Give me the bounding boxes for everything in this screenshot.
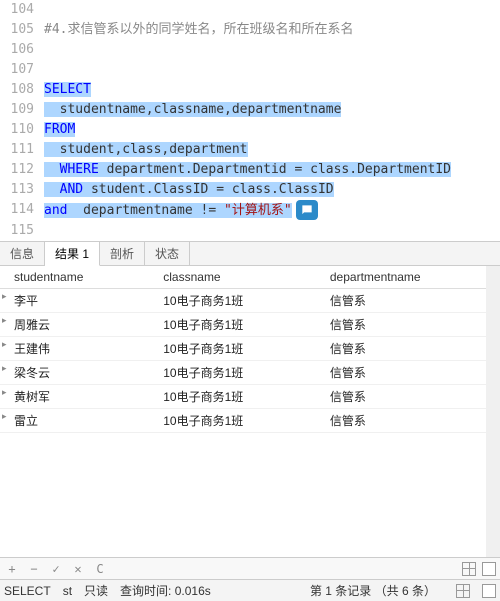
results-table[interactable]: studentnameclassnamedepartmentname 李平10电…	[0, 266, 500, 433]
table-cell[interactable]: 信管系	[316, 336, 500, 360]
grid-view-status-icon[interactable]	[456, 584, 470, 598]
status-time-label: 查询时间:	[120, 584, 171, 598]
table-row[interactable]: 李平10电子商务1班信管系	[0, 288, 500, 312]
line-number: 112	[0, 160, 44, 180]
line-number: 107	[0, 60, 44, 80]
tab-状态[interactable]: 状态	[145, 242, 190, 265]
tab-剖析[interactable]: 剖析	[100, 242, 145, 265]
code-content[interactable]: AND student.ClassID = class.ClassID	[44, 180, 500, 200]
code-content[interactable]: #4.求信管系以外的同学姓名，所在班级名和所在系名	[44, 20, 500, 40]
code-line[interactable]: 106	[0, 40, 500, 60]
code-content[interactable]: SELECT	[44, 80, 500, 100]
status-mode: 只读	[84, 582, 108, 599]
grid-view-icon[interactable]	[462, 562, 476, 576]
apply-button[interactable]: ✓	[48, 561, 64, 577]
code-content[interactable]: student,class,department	[44, 140, 500, 160]
table-cell[interactable]: 信管系	[316, 312, 500, 336]
code-line[interactable]: 108SELECT	[0, 80, 500, 100]
table-cell[interactable]: 王建伟	[0, 336, 149, 360]
line-number: 111	[0, 140, 44, 160]
code-line[interactable]: 114and departmentname != "计算机系"	[0, 200, 500, 221]
code-line[interactable]: 113 AND student.ClassID = class.ClassID	[0, 180, 500, 200]
list-view-status-icon[interactable]	[482, 584, 496, 598]
refresh-button[interactable]: C	[92, 561, 108, 577]
table-cell[interactable]: 10电子商务1班	[149, 384, 316, 408]
table-cell[interactable]: 周雅云	[0, 312, 149, 336]
code-content[interactable]: FROM	[44, 120, 500, 140]
table-cell[interactable]: 李平	[0, 288, 149, 312]
line-number: 113	[0, 180, 44, 200]
table-row[interactable]: 黄树军10电子商务1班信管系	[0, 384, 500, 408]
table-cell[interactable]: 信管系	[316, 288, 500, 312]
line-number: 114	[0, 200, 44, 220]
status-record-count: 第 1 条记录 （共 6 条）	[310, 582, 436, 599]
code-content[interactable]: and departmentname != "计算机系"	[44, 200, 500, 221]
table-cell[interactable]: 雷立	[0, 408, 149, 432]
table-cell[interactable]: 10电子商务1班	[149, 408, 316, 432]
table-cell[interactable]: 10电子商务1班	[149, 288, 316, 312]
table-cell[interactable]: 信管系	[316, 384, 500, 408]
line-number: 104	[0, 0, 44, 20]
status-query-type: SELECT	[4, 584, 51, 598]
status-bar: SELECT st 只读 查询时间: 0.016s 第 1 条记录 （共 6 条…	[0, 579, 500, 601]
table-cell[interactable]: 10电子商务1班	[149, 336, 316, 360]
column-header[interactable]: studentname	[0, 266, 149, 289]
table-row[interactable]: 王建伟10电子商务1班信管系	[0, 336, 500, 360]
table-cell[interactable]: 信管系	[316, 360, 500, 384]
inline-chat-icon[interactable]	[296, 200, 318, 220]
tab-结果 1[interactable]: 结果 1	[45, 242, 100, 266]
line-number: 110	[0, 120, 44, 140]
table-cell[interactable]: 10电子商务1班	[149, 312, 316, 336]
form-view-icon[interactable]	[482, 562, 496, 576]
tab-信息[interactable]: 信息	[0, 242, 45, 265]
delete-row-button[interactable]: −	[26, 561, 42, 577]
code-line[interactable]: 109 studentname,classname,departmentname	[0, 100, 500, 120]
status-time-value: 0.016s	[175, 584, 211, 598]
code-content[interactable]: studentname,classname,departmentname	[44, 100, 500, 120]
add-row-button[interactable]: +	[4, 561, 20, 577]
code-line[interactable]: 115	[0, 221, 500, 241]
line-number: 109	[0, 100, 44, 120]
table-cell[interactable]: 信管系	[316, 408, 500, 432]
line-number: 105	[0, 20, 44, 40]
line-number: 115	[0, 221, 44, 241]
table-row[interactable]: 雷立10电子商务1班信管系	[0, 408, 500, 432]
table-cell[interactable]: 黄树军	[0, 384, 149, 408]
status-time: 查询时间: 0.016s	[120, 582, 211, 599]
sql-editor[interactable]: 104105#4.求信管系以外的同学姓名，所在班级名和所在系名106107108…	[0, 0, 500, 242]
code-line[interactable]: 111 student,class,department	[0, 140, 500, 160]
result-toolbar: + − ✓ ✕ C	[0, 557, 500, 579]
code-line[interactable]: 110FROM	[0, 120, 500, 140]
table-row[interactable]: 周雅云10电子商务1班信管系	[0, 312, 500, 336]
code-content[interactable]: WHERE department.Departmentid = class.De…	[44, 160, 500, 180]
code-line[interactable]: 107	[0, 60, 500, 80]
result-tabs: 信息结果 1剖析状态	[0, 242, 500, 266]
code-line[interactable]: 104	[0, 0, 500, 20]
line-number: 106	[0, 40, 44, 60]
status-mode-short: st	[63, 584, 72, 598]
column-header[interactable]: departmentname	[316, 266, 500, 289]
table-cell[interactable]: 10电子商务1班	[149, 360, 316, 384]
cancel-button[interactable]: ✕	[70, 561, 86, 577]
table-row[interactable]: 梁冬云10电子商务1班信管系	[0, 360, 500, 384]
table-cell[interactable]: 梁冬云	[0, 360, 149, 384]
code-line[interactable]: 112 WHERE department.Departmentid = clas…	[0, 160, 500, 180]
code-line[interactable]: 105#4.求信管系以外的同学姓名，所在班级名和所在系名	[0, 20, 500, 40]
results-panel: studentnameclassnamedepartmentname 李平10电…	[0, 266, 500, 558]
column-header[interactable]: classname	[149, 266, 316, 289]
scrollbar-vertical[interactable]	[486, 266, 500, 558]
line-number: 108	[0, 80, 44, 100]
